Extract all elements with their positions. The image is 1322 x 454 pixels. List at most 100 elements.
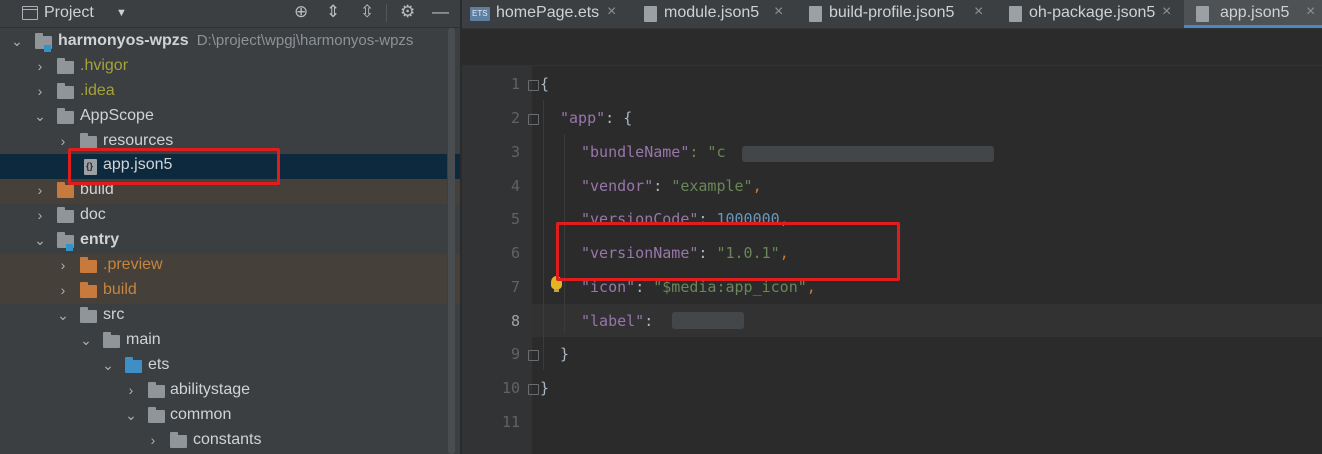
folder-icon [148,407,165,423]
indent-guide [543,100,544,370]
tab-app-json5[interactable]: app.json5 × [1184,0,1322,28]
collapse-all-icon[interactable]: ⇳ [360,2,374,22]
tree-item-appscope[interactable]: ⌄ AppScope [0,105,460,130]
tree-item-label: src [103,306,125,323]
chevron-down-icon[interactable]: ⌄ [56,307,70,324]
json-file-icon [644,6,657,22]
code-line-3: "bundleName": "c [581,143,726,161]
folder-icon [80,307,97,323]
tree-item-label: abilitystage [170,381,251,398]
tab-oh-package-json5[interactable]: oh-package.json5 × [999,0,1179,28]
code-line-8: "label": [581,312,654,330]
tree-item-entry-build[interactable]: › build [0,279,460,304]
json-file-icon [1196,6,1209,22]
tree-item-label: .idea [80,82,115,99]
line-number: 8 [510,312,520,330]
tree-item-label: harmonyos-wpzs D:\project\wpgj\harmonyos-… [58,32,414,49]
chevron-down-icon[interactable]: ⌄ [10,33,24,50]
json-file-icon [809,6,822,22]
chevron-down-icon[interactable]: ⌄ [33,232,47,249]
line-number: 11 [501,413,520,431]
expand-all-icon[interactable]: ⇕ [326,2,340,22]
project-panel-header: Project ▼ ⊕ ⇕ ⇳ ⚙ — [0,0,460,28]
chevron-right-icon[interactable]: › [56,133,70,149]
fold-marker-icon[interactable] [528,350,539,361]
folder-icon [148,382,165,398]
chevron-right-icon[interactable]: › [33,58,47,74]
folder-icon [57,108,74,124]
tree-item-root[interactable]: ⌄ harmonyos-wpzs D:\project\wpgj\harmonyo… [0,30,460,55]
chevron-right-icon[interactable]: › [33,207,47,223]
tree-item-main[interactable]: ⌄ main [0,329,460,354]
tab-label: homePage.ets [496,4,600,21]
tree-item-entry[interactable]: ⌄ entry [0,229,460,254]
chevron-down-icon[interactable]: ⌄ [79,332,93,349]
tree-item-constants[interactable]: › constants [0,429,460,454]
code-line-9: } [560,345,570,363]
scrollbar-thumb[interactable] [448,28,455,454]
ets-file-icon [470,7,490,21]
folder-icon [170,432,187,448]
close-icon[interactable]: × [974,3,983,21]
close-icon[interactable]: × [774,3,783,21]
tree-scrollbar[interactable] [447,28,455,454]
chevron-right-icon[interactable]: › [33,83,47,99]
folder-icon [103,332,120,348]
highlight-box-version-name [556,222,900,281]
tab-build-profile-json5[interactable]: build-profile.json5 × [799,0,994,28]
line-number: 1 [510,75,520,93]
close-icon[interactable]: × [607,3,616,21]
project-panel-title[interactable]: Project [44,4,94,22]
highlight-box-app-json5 [68,148,280,185]
chevron-right-icon[interactable]: › [146,432,160,448]
active-tab-underline [1184,25,1322,28]
folder-icon [80,282,97,298]
tree-item-label: ets [148,356,170,373]
tree-item-label: common [170,406,232,423]
tree-item-label: AppScope [80,107,154,124]
tab-homepage-ets[interactable]: homePage.ets × [462,0,627,28]
line-number: 6 [510,244,520,262]
folder-icon [57,182,74,198]
editor-tabs: homePage.ets × module.json5 × build-prof… [462,0,1322,29]
tree-item-label: .hvigor [80,57,129,74]
folder-icon [57,58,74,74]
chevron-right-icon[interactable]: › [124,382,138,398]
tab-label: build-profile.json5 [829,4,955,21]
close-icon[interactable]: × [1162,3,1171,21]
locate-icon[interactable]: ⊕ [294,2,308,22]
chevron-right-icon[interactable]: › [56,257,70,273]
chevron-down-icon[interactable]: ⌄ [101,357,115,374]
tree-item-abilitystage[interactable]: › abilitystage [0,379,460,404]
fold-marker-icon[interactable] [528,384,539,395]
tree-item-idea[interactable]: › .idea [0,80,460,105]
tree-item-doc[interactable]: › doc [0,204,460,229]
chevron-right-icon[interactable]: › [33,182,47,198]
chevron-right-icon[interactable]: › [56,282,70,298]
folder-icon [57,83,74,99]
line-number: 5 [510,210,520,228]
redacted-bundle-name [742,146,994,162]
tree-item-hvigor[interactable]: › .hvigor [0,55,460,80]
tree-item-label: .preview [103,256,163,273]
fold-marker-icon[interactable] [528,114,539,125]
code-line-10: } [540,379,550,397]
module-badge-icon [44,45,51,52]
tree-item-src[interactable]: ⌄ src [0,304,460,329]
editor-breadcrumb-bar [462,29,1322,66]
chevron-down-icon[interactable]: ⌄ [33,108,47,125]
project-panel: Project ▼ ⊕ ⇕ ⇳ ⚙ — ⌄ harmonyos-wpzs D:\p… [0,0,460,454]
tab-module-json5[interactable]: module.json5 × [632,0,792,28]
tab-label: oh-package.json5 [1029,4,1156,21]
tree-item-common[interactable]: ⌄ common [0,404,460,429]
chevron-down-icon[interactable]: ▼ [116,7,127,19]
close-icon[interactable]: × [1306,3,1315,21]
hide-panel-icon[interactable]: — [432,2,449,22]
chevron-down-icon[interactable]: ⌄ [124,407,138,424]
fold-marker-icon[interactable] [528,80,539,91]
tree-item-ets[interactable]: ⌄ ets [0,354,460,379]
tree-item-preview[interactable]: › .preview [0,254,460,279]
folder-icon [57,207,74,223]
gear-icon[interactable]: ⚙ [400,2,415,22]
tab-label: module.json5 [664,4,760,21]
